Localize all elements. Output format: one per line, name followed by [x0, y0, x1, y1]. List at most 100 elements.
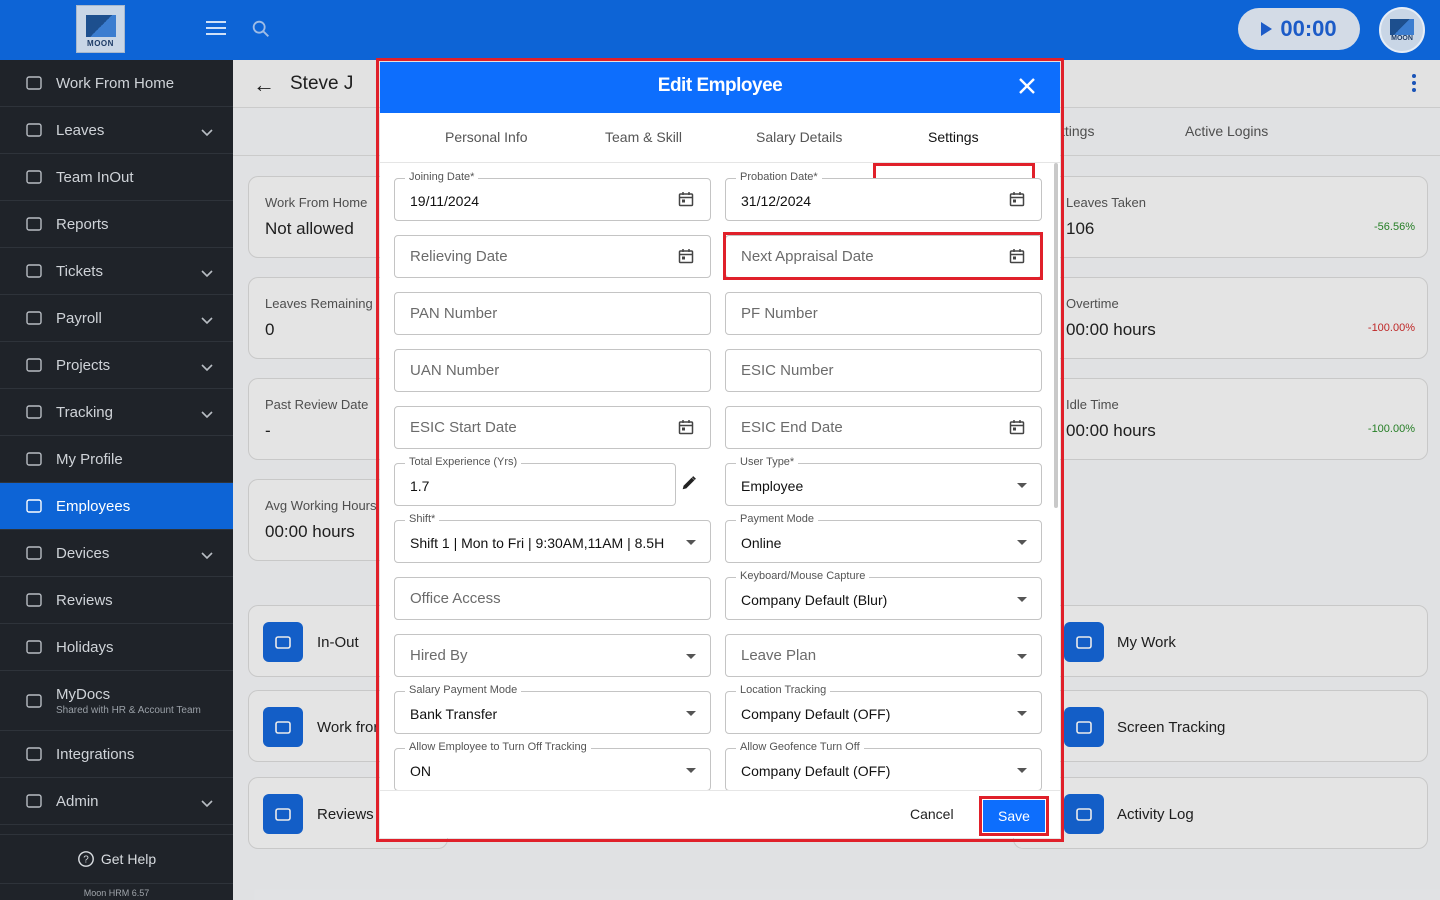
sidebar-item-tickets[interactable]: Tickets [0, 248, 233, 295]
esic-number-field[interactable]: ESIC Number [725, 349, 1042, 392]
uan-number-field[interactable]: UAN Number [394, 349, 711, 392]
tab-settings[interactable]: Settings [928, 129, 979, 145]
field-value: Shift 1 | Mon to Fri | 9:30AM,11AM | 8.5… [410, 535, 665, 551]
sidebar-item-devices[interactable]: Devices [0, 530, 233, 577]
field-label: Joining Date* [405, 171, 479, 183]
hired-by-select[interactable]: Hired By [394, 634, 711, 677]
location-tracking-select[interactable]: Location Tracking Company Default (OFF) [725, 684, 1042, 734]
sidebar-item-mydocs[interactable]: MyDocs Shared with HR & Account Team [0, 671, 233, 731]
company-logo[interactable]: MOON [76, 5, 125, 53]
chevron-down-icon [201, 359, 213, 376]
logo-text: MOON [87, 39, 114, 48]
field-value: 19/11/2024 [410, 193, 480, 209]
sidebar-item-label: Work From Home [56, 74, 175, 92]
dropdown-arrow-icon [1017, 597, 1027, 602]
modal-scrollbar[interactable] [1054, 163, 1058, 508]
save-button[interactable]: Save [983, 800, 1045, 832]
sidebar-item-tracking[interactable]: Tracking [0, 389, 233, 436]
sidebar-item-payroll[interactable]: Payroll [0, 295, 233, 342]
shift-select[interactable]: Shift* Shift 1 | Mon to Fri | 9:30AM,11AM… [394, 513, 711, 563]
pan-number-field[interactable]: PAN Number [394, 292, 711, 335]
dropdown-arrow-icon [686, 540, 696, 545]
search-icon[interactable] [250, 18, 272, 40]
calendar-icon[interactable] [678, 248, 694, 264]
sidebar-item-admin[interactable]: Admin [0, 778, 233, 825]
esic-start-date-field[interactable]: ESIC Start Date [394, 406, 711, 449]
total-experience-field[interactable]: Total Experience (Yrs) 1.7 [394, 456, 676, 506]
calendar-icon[interactable] [678, 419, 694, 435]
keyboard-mouse-capture-select[interactable]: Keyboard/Mouse Capture Company Default (B… [725, 570, 1042, 620]
field-value: Company Default (Blur) [741, 592, 888, 608]
get-help-button[interactable]: ? Get Help [0, 834, 233, 882]
field-label: Probation Date* [736, 171, 822, 183]
chevron-down-icon [201, 124, 213, 141]
field-value: Employee [741, 478, 804, 494]
field-label: Location Tracking [736, 684, 831, 696]
sidebar-item-employees[interactable]: Employees [0, 483, 233, 530]
sidebar-item-integrations[interactable]: Integrations [0, 731, 233, 778]
sidebar-item-label: Reports [56, 215, 109, 233]
leave-plan-select[interactable]: Leave Plan [725, 634, 1042, 677]
pencil-icon[interactable] [680, 474, 698, 492]
field-label: Salary Payment Mode [405, 684, 522, 696]
sidebar-item-work-from-home[interactable]: Work From Home [0, 60, 233, 107]
sidebar-item-label: Employees [56, 497, 131, 515]
sidebar-item-team-inout[interactable]: Team InOut [0, 154, 233, 201]
svg-text:?: ? [83, 854, 89, 865]
avatar[interactable]: MOON [1379, 7, 1425, 53]
chevron-down-icon [201, 547, 213, 564]
field-placeholder: ESIC End Date [741, 419, 843, 436]
allow-geofence-turn-off-select[interactable]: Allow Geofence Turn Off Company Default (… [725, 741, 1042, 790]
calendar-icon[interactable] [678, 191, 694, 207]
sidebar-item-my-profile[interactable]: My Profile [0, 436, 233, 483]
sidebar-item-reports[interactable]: Reports [0, 201, 233, 248]
user-type-select[interactable]: User Type* Employee [725, 456, 1042, 506]
field-value: ON [410, 763, 431, 779]
close-icon[interactable] [1016, 75, 1038, 97]
allow-turn-off-tracking-select[interactable]: Allow Employee to Turn Off Tracking ON [394, 741, 711, 790]
menu-icon[interactable] [206, 21, 226, 36]
relieving-date-field[interactable]: Relieving Date [394, 235, 711, 278]
calendar-icon[interactable] [1009, 419, 1025, 435]
field-label: Allow Employee to Turn Off Tracking [405, 741, 591, 753]
esic-end-date-field[interactable]: ESIC End Date [725, 406, 1042, 449]
dropdown-arrow-icon [686, 768, 696, 773]
pf-number-field[interactable]: PF Number [725, 292, 1042, 335]
modal-footer: Cancel Save [380, 790, 1060, 838]
sidebar-item-reviews[interactable]: Reviews [0, 577, 233, 624]
modal-header: Edit Employee [380, 62, 1060, 113]
top-bar: MOON 00:00 MOON [0, 0, 1440, 60]
sidebar-item-label: Admin [56, 792, 99, 810]
holidays-icon [24, 638, 44, 656]
tab-salary-details[interactable]: Salary Details [756, 129, 842, 145]
devices-icon [24, 544, 44, 562]
timer-value: 00:00 [1280, 16, 1337, 41]
dropdown-arrow-icon [686, 654, 696, 659]
report-icon [24, 215, 44, 233]
modal-title: Edit Employee [657, 75, 783, 96]
sidebar-item-leaves[interactable]: Leaves [0, 107, 233, 154]
tab-personal-info[interactable]: Personal Info [445, 129, 528, 145]
office-access-field[interactable]: Office Access [394, 577, 711, 620]
sidebar-item-projects[interactable]: Projects [0, 342, 233, 389]
probation-date-field[interactable]: Probation Date* 31/12/2024 [725, 171, 1042, 221]
sidebar-item-holidays[interactable]: Holidays [0, 624, 233, 671]
chevron-down-icon [201, 406, 213, 423]
timer-button[interactable]: 00:00 [1238, 8, 1360, 50]
tab-team-skill[interactable]: Team & Skill [605, 129, 682, 145]
avatar-text: MOON [1391, 34, 1413, 42]
tracking-icon [24, 403, 44, 421]
sidebar-item-label: MyDocs [56, 685, 111, 703]
chevron-down-icon [201, 265, 213, 282]
field-value: Company Default (OFF) [741, 706, 891, 722]
payment-mode-select[interactable]: Payment Mode Online [725, 513, 1042, 563]
joining-date-field[interactable]: Joining Date* 19/11/2024 [394, 171, 711, 221]
calendar-icon[interactable] [1009, 191, 1025, 207]
salary-payment-mode-select[interactable]: Salary Payment Mode Bank Transfer [394, 684, 711, 734]
cancel-button[interactable]: Cancel [910, 806, 954, 822]
field-placeholder: PF Number [741, 305, 818, 322]
field-value: 31/12/2024 [741, 193, 812, 209]
user-icon [24, 450, 44, 468]
sidebar-item-label: Integrations [56, 745, 135, 763]
sidebar-item-label: Team InOut [56, 168, 134, 186]
